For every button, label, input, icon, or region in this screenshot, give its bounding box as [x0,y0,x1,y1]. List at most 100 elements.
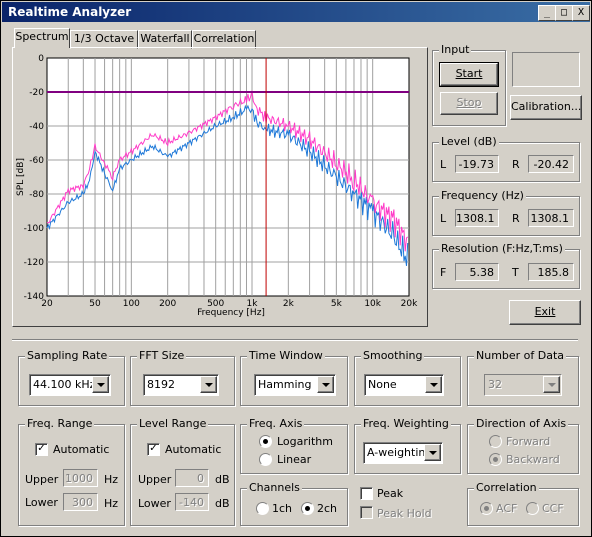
spectrum-chart: 20 50 100 200 500 1k 2k 5k 10k 20k0-20-40-60-80-1… [16,54,418,318]
freq-range-upper-label: Upper [25,473,59,486]
frequency-r-value: 1308.1 [528,209,574,227]
minimize-button[interactable]: _ [538,5,556,21]
y-tick-label: 0 [38,54,44,64]
time-window-label: Time Window [247,349,325,362]
maximize-button[interactable]: □ [555,5,573,21]
close-button[interactable]: X [572,5,590,21]
resolution-group-label: Resolution (F:Hz,T:ms) [439,242,565,255]
fft-size-select[interactable]: 8192 [143,374,219,396]
y-tick-label: -40 [29,122,44,132]
freq-range-lower-label: Lower [25,496,58,509]
level-l-label: L [440,158,447,171]
x-tick-label: 100 [123,299,140,309]
level-l-value: -19.73 [455,155,499,173]
1ch-label: 1ch [272,502,293,515]
freq-weighting-label: Freq. Weighting [361,417,451,430]
chevron-down-icon[interactable] [317,376,334,393]
title-bar: Realtime Analyzer _ □ X [2,2,590,22]
frequency-r-label: R [512,212,520,225]
freq-range-upper-input[interactable]: 1000 [63,469,98,487]
backward-radio[interactable] [489,453,502,466]
exit-button[interactable]: Exit [509,300,581,325]
freq-range-auto-label: Automatic [53,443,110,456]
peak-label: Peak [377,487,404,500]
input-indicator [512,52,580,87]
y-tick-label: -80 [29,190,44,200]
input-group-label: Input [439,43,472,56]
freq-range-label: Freq. Range [25,417,95,430]
x-tick-label: 10k [364,299,381,309]
resolution-t-label: T [512,266,519,279]
chevron-down-icon[interactable] [424,444,441,461]
chevron-down-icon[interactable] [200,376,217,393]
stop-button-label: Stop [456,96,482,109]
freq-range-lower-unit: Hz [104,497,119,510]
exit-button-label: Exit [534,305,556,318]
y-tick-label: -120 [24,258,45,268]
calibration-button-label: Calibration... [511,100,582,113]
level-range-label: Level Range [137,417,209,430]
y-tick-label: -20 [29,88,44,98]
start-button[interactable]: Start [439,62,499,87]
2ch-label: 2ch [317,502,338,515]
number-of-data-select[interactable]: 32 [484,374,562,396]
freq-weighting-value: A-weighting [367,446,433,459]
x-tick-label: 2k [283,299,295,309]
frequency-group-label: Frequency (Hz) [439,189,526,202]
y-tick-label: -60 [29,156,44,166]
2ch-radio[interactable] [301,502,314,515]
peak-hold-checkbox[interactable] [360,506,373,519]
x-axis-label: Frequency [Hz] [197,308,265,318]
freq-range-auto-checkbox[interactable]: ✓ [35,443,48,456]
app-window: Realtime Analyzer _ □ X Spectrum 1/3 Oct… [0,0,592,537]
smoothing-select[interactable]: None [364,374,444,396]
level-range-upper-label: Upper [138,473,172,486]
level-range-upper-unit: dB [215,473,230,486]
resolution-f-value: 5.38 [455,263,499,281]
logarithm-radio[interactable] [259,435,272,448]
x-tick-label: 20k [401,299,418,309]
sampling-rate-value: 44.100 kHz [33,378,96,391]
backward-label: Backward [506,453,560,466]
x-tick-label: 50 [89,299,101,309]
resolution-f-label: F [440,266,447,279]
sampling-rate-select[interactable]: 44.100 kHz [29,374,111,396]
acf-label: ACF [496,502,518,515]
chevron-down-icon[interactable] [425,376,442,393]
linear-label: Linear [277,453,312,466]
1ch-radio[interactable] [256,502,269,515]
x-tick-label: 200 [159,299,176,309]
level-r-value: -20.42 [528,155,574,173]
chevron-down-icon[interactable] [543,376,560,393]
ccf-radio[interactable] [526,502,539,515]
level-range-lower-label: Lower [138,497,171,510]
forward-radio[interactable] [489,435,502,448]
y-tick-label: -100 [24,224,45,234]
level-range-auto-checkbox[interactable]: ✓ [147,443,160,456]
peak-hold-label: Peak Hold [377,507,432,520]
freq-range-lower-input[interactable]: 300 [63,493,98,511]
fft-size-value: 8192 [147,378,175,391]
frequency-l-value: 1308.1 [455,209,499,227]
linear-radio[interactable] [259,453,272,466]
level-range-lower-input[interactable]: -140 [175,493,209,511]
tab-spectrum[interactable]: Spectrum [14,28,70,48]
acf-radio[interactable] [480,502,493,515]
stop-button[interactable]: Stop [440,92,498,115]
logarithm-label: Logarithm [277,435,333,448]
x-tick-label: 5k [331,299,343,309]
ccf-label: CCF [542,502,564,515]
level-range-upper-input[interactable]: 0 [175,469,209,487]
sampling-rate-label: Sampling Rate [25,349,110,362]
start-button-label: Start [455,67,483,80]
level-r-label: R [512,158,520,171]
peak-checkbox[interactable] [360,487,373,500]
calibration-button[interactable]: Calibration... [510,95,582,120]
y-axis-label: SPL [dB] [16,158,26,196]
number-of-data-label: Number of Data [474,349,567,362]
smoothing-label: Smoothing [361,349,425,362]
time-window-select[interactable]: Hamming [254,374,336,396]
chevron-down-icon[interactable] [92,376,109,393]
freq-weighting-select[interactable]: A-weighting [363,442,443,464]
frequency-l-label: L [440,212,447,225]
